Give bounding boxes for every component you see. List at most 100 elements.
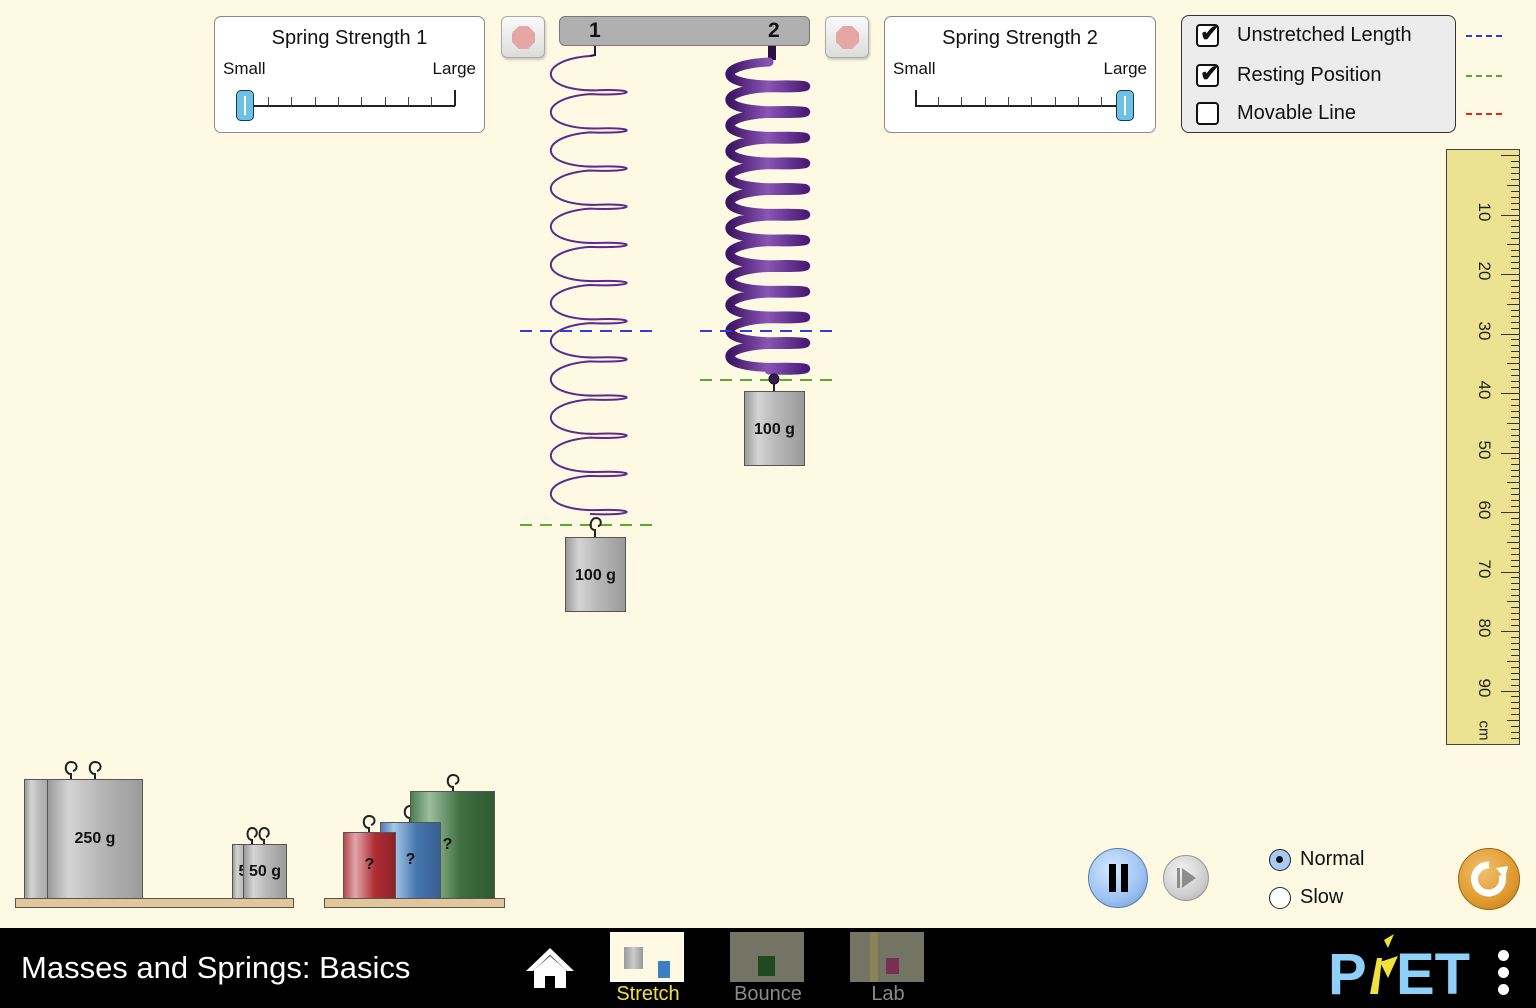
ruler-tick (1511, 446, 1519, 448)
pause-icon (1109, 864, 1128, 892)
ruler-tick (1507, 303, 1519, 305)
ruler-tick (1511, 166, 1519, 168)
ruler-tick (1501, 214, 1519, 216)
ruler-tick (1511, 226, 1519, 228)
ruler-tick (1511, 654, 1519, 656)
reset-all-button[interactable] (1458, 848, 1520, 910)
screen-tab-stretch[interactable]: Stretch (610, 930, 686, 1008)
mass-50g[interactable]: 50 g (243, 844, 287, 899)
ruler-tick (1501, 393, 1519, 394)
ruler-label: 90 (1475, 678, 1494, 698)
ruler-tick (1507, 363, 1519, 365)
mass-250g[interactable]: 250 g (47, 779, 143, 899)
phet-logo[interactable]: P ET (1326, 934, 1486, 998)
mass-label: ? (364, 856, 375, 873)
mass-label: 50 g (248, 863, 281, 880)
ruler-tick (1511, 458, 1519, 460)
mass-shelf-2 (324, 898, 505, 908)
slow-label: Slow (1300, 886, 1344, 908)
ruler-tick (1511, 738, 1519, 740)
ruler-tick (1511, 488, 1519, 490)
ruler-tick (1507, 184, 1519, 186)
ruler-tick (1511, 726, 1519, 728)
home-icon[interactable] (524, 946, 576, 990)
ruler-label: 30 (1475, 321, 1494, 341)
mass-100g-spring-2[interactable]: 100 g (744, 391, 805, 466)
ruler-tick (1501, 512, 1519, 513)
ruler-tick (1501, 333, 1519, 335)
bounce-screen-icon (730, 932, 804, 982)
ruler-tick (1511, 470, 1519, 472)
ruler-tick (1511, 506, 1519, 508)
stretch-label: Stretch (616, 983, 680, 1005)
ruler-tick (1511, 321, 1519, 323)
ruler-tick (1511, 607, 1519, 609)
ruler-tick (1511, 327, 1519, 329)
ruler-tick (1511, 565, 1519, 567)
ruler-tick (1511, 625, 1519, 627)
speed-option-slow[interactable]: Slow (1269, 886, 1379, 912)
screen-tab-lab[interactable]: Lab (850, 930, 926, 1008)
screen-tab-bounce[interactable]: Bounce (730, 930, 806, 1008)
ruler-tick (1511, 375, 1519, 377)
ruler-tick (1511, 535, 1519, 537)
ruler-tick (1511, 351, 1519, 353)
ruler[interactable]: 10 20 30 40 50 60 70 80 90 cm (1446, 149, 1520, 745)
normal-radio[interactable] (1269, 849, 1291, 871)
ruler-tick (1511, 684, 1519, 686)
ruler-tick (1511, 696, 1519, 698)
ruler-tick (1511, 220, 1519, 222)
ruler-tick (1511, 702, 1519, 704)
ruler-tick (1511, 250, 1519, 252)
ruler-tick (1507, 482, 1519, 484)
mystery-mass-red[interactable]: ? (343, 832, 396, 899)
ruler-tick (1511, 202, 1519, 204)
mass-100g-spring-1[interactable]: 100 g (565, 537, 626, 612)
ruler-tick (1511, 613, 1519, 615)
svg-text:P: P (1328, 942, 1367, 998)
ruler-tick (1511, 547, 1519, 549)
kebab-menu-button[interactable] (1494, 948, 1514, 996)
mass-2-hook-icon (768, 373, 780, 385)
mass-label: 100 g (575, 567, 616, 584)
speed-option-normal[interactable]: Normal (1269, 848, 1379, 874)
ruler-tick (1501, 690, 1519, 692)
ruler-tick (1511, 517, 1519, 519)
ruler-tick (1511, 256, 1519, 258)
app-title: Masses and Springs: Basics (21, 950, 411, 985)
ruler-tick (1511, 636, 1519, 638)
ruler-tick (1511, 464, 1519, 466)
mass-1-hook-icon (589, 516, 602, 537)
ruler-tick (1511, 297, 1519, 299)
ruler-tick (1511, 440, 1519, 442)
ruler-tick (1507, 720, 1519, 722)
ruler-tick (1511, 434, 1519, 436)
ruler-tick (1511, 285, 1519, 287)
ruler-tick (1511, 577, 1519, 579)
pause-button[interactable] (1088, 848, 1148, 908)
ruler-tick (1507, 422, 1519, 424)
ruler-tick (1511, 345, 1519, 347)
spring-2 (725, 46, 811, 375)
ruler-tick (1511, 672, 1519, 674)
ruler-tick (1511, 309, 1519, 311)
step-forward-button[interactable] (1163, 855, 1209, 901)
ruler-label: 60 (1475, 500, 1494, 520)
ruler-tick (1511, 339, 1519, 341)
ruler-tick (1511, 196, 1519, 198)
ruler-tick (1511, 178, 1519, 180)
normal-label: Normal (1300, 848, 1365, 870)
ruler-tick (1511, 238, 1519, 240)
ruler-tick (1511, 232, 1519, 234)
ruler-tick (1511, 500, 1519, 502)
ruler-label: 80 (1475, 618, 1494, 638)
ruler-tick (1501, 571, 1519, 573)
slow-radio[interactable] (1269, 887, 1291, 909)
ruler-tick (1511, 428, 1519, 430)
ruler-label: 50 (1475, 440, 1494, 460)
ruler-tick (1511, 172, 1519, 174)
ruler-tick (1507, 601, 1519, 603)
ruler-label: 20 (1475, 261, 1494, 281)
ruler-label: 10 (1475, 202, 1494, 222)
ruler-tick (1511, 315, 1519, 317)
